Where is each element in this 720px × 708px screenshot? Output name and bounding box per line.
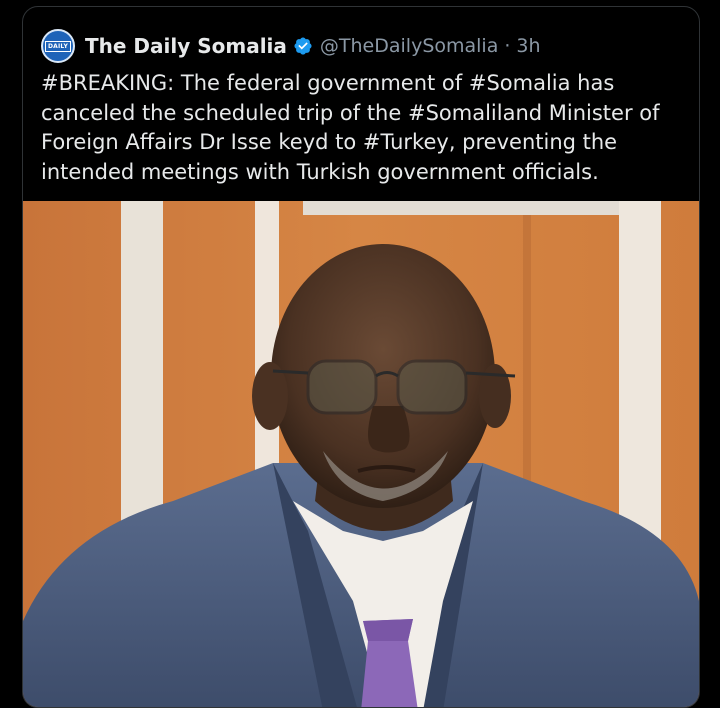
timestamp[interactable]: 3h bbox=[516, 35, 540, 57]
account-name[interactable]: The Daily Somalia bbox=[85, 34, 287, 58]
tweet-photo[interactable] bbox=[23, 201, 699, 708]
avatar-logo-text: DAILY bbox=[44, 40, 72, 52]
separator-dot: · bbox=[504, 35, 511, 57]
account-handle[interactable]: @TheDailySomalia bbox=[320, 35, 498, 57]
tweet-text: #BREAKING: The federal government of #So… bbox=[41, 71, 660, 184]
avatar[interactable]: DAILY bbox=[41, 29, 75, 63]
tweet-header: DAILY The Daily Somalia @TheDailySomalia… bbox=[41, 29, 541, 63]
tweet-card[interactable]: DAILY The Daily Somalia @TheDailySomalia… bbox=[22, 6, 700, 708]
verified-badge-icon bbox=[294, 37, 312, 55]
